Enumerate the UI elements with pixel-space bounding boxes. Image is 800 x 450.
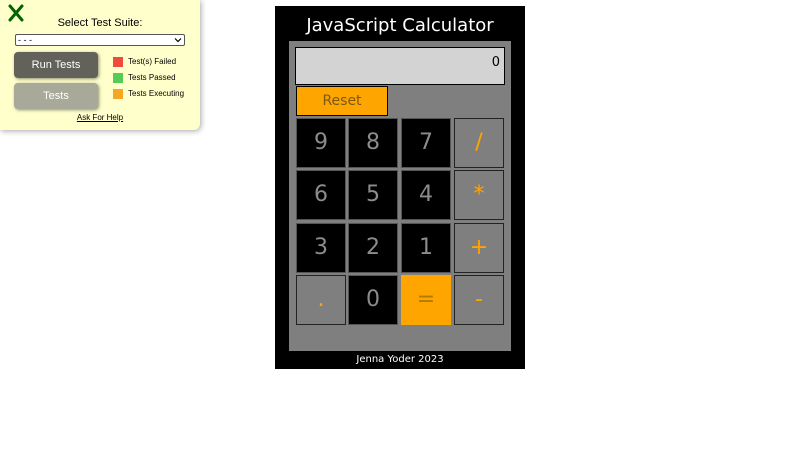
key-decimal[interactable]: . [296,275,346,325]
legend-failed: Test(s) Failed [113,57,176,67]
suite-title: Select Test Suite: [57,17,143,29]
selected-suite-value: - - - [18,35,32,45]
key-2[interactable]: 2 [348,223,398,273]
calculator-title: JavaScript Calculator [306,15,494,36]
key-6[interactable]: 6 [296,170,346,220]
test-suite-panel: Select Test Suite: - - - Run Tests Tests… [0,0,200,130]
passed-swatch [113,73,123,83]
key-4[interactable]: 4 [401,170,451,220]
key-add[interactable]: + [454,223,504,273]
key-5[interactable]: 5 [348,170,398,220]
run-tests-button[interactable]: Run Tests [14,52,98,78]
key-0[interactable]: 0 [348,275,398,325]
key-equals[interactable]: = [401,275,451,325]
executing-swatch [113,89,123,99]
legend-passed: Tests Passed [113,73,176,83]
ask-for-help-link[interactable]: Ask For Help [0,113,200,122]
key-1[interactable]: 1 [401,223,451,273]
key-multiply[interactable]: * [454,170,504,220]
failed-swatch [113,57,123,67]
key-subtract[interactable]: - [454,275,504,325]
calculator-footer: Jenna Yoder 2023 [356,354,444,365]
legend-executing-label: Tests Executing [128,89,185,98]
test-suite-select[interactable]: - - - [15,34,185,46]
legend-failed-label: Test(s) Failed [128,57,177,66]
calculator-body: 0 Reset 9 8 7 / 6 5 4 * 3 2 1 + . 0 = - [289,41,511,351]
key-8[interactable]: 8 [348,118,398,168]
key-9[interactable]: 9 [296,118,346,168]
key-7[interactable]: 7 [401,118,451,168]
calculator-display: 0 [295,47,505,85]
calculator: JavaScript Calculator 0 Reset 9 8 7 / 6 … [275,6,525,369]
key-divide[interactable]: / [454,118,504,168]
chevron-down-icon [174,38,182,43]
tests-button[interactable]: Tests [14,83,98,109]
reset-button[interactable]: Reset [296,86,388,116]
legend-passed-label: Tests Passed [128,73,176,82]
legend-executing: Tests Executing [113,89,184,99]
key-3[interactable]: 3 [296,223,346,273]
